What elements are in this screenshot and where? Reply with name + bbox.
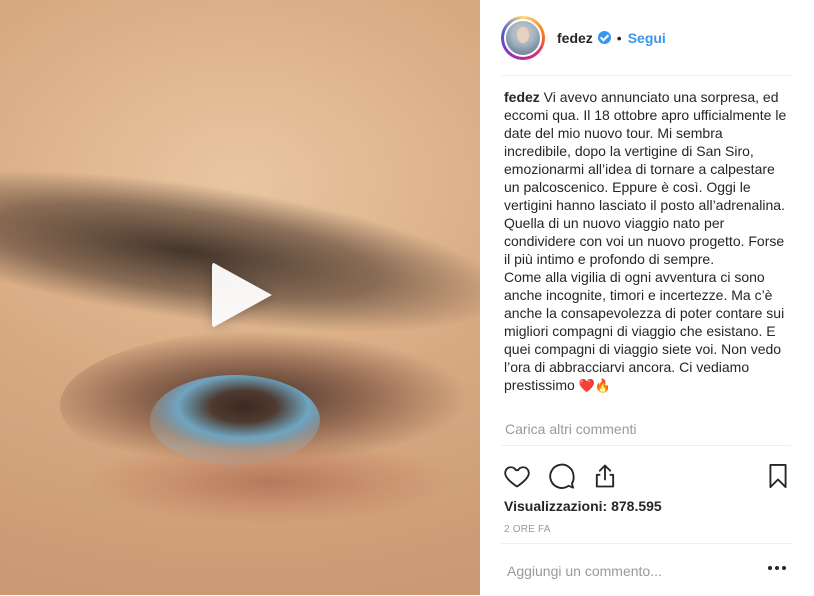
- bookmark-icon[interactable]: [764, 462, 792, 490]
- views-number: 878.595: [611, 498, 662, 514]
- share-icon[interactable]: [591, 462, 619, 490]
- heart-icon[interactable]: [503, 462, 531, 490]
- view-count: Visualizzazioni: 878.595: [504, 498, 662, 514]
- post-timestamp[interactable]: 2 ORE FA: [504, 524, 551, 535]
- avatar-image: [504, 18, 542, 57]
- username-link[interactable]: fedez: [557, 30, 593, 46]
- load-more-comments[interactable]: Carica altri commenti: [505, 421, 636, 437]
- avatar[interactable]: [501, 15, 545, 60]
- separator-dot: •: [616, 29, 622, 46]
- action-bar: [501, 445, 791, 496]
- caption-emoji: ❤️🔥: [578, 378, 612, 393]
- comment-bar: [501, 543, 791, 596]
- caption-text: Vi avevo annunciato una sorpresa, ed ecc…: [504, 89, 787, 393]
- caption-username[interactable]: fedez: [504, 89, 540, 105]
- play-icon[interactable]: [212, 262, 272, 328]
- views-label: Visualizzazioni:: [504, 498, 608, 514]
- more-options-icon[interactable]: [768, 562, 790, 574]
- post-video[interactable]: [0, 0, 480, 595]
- post-side-panel: fedez • Segui fedez Vi avevo annunciato …: [480, 0, 814, 595]
- comment-input[interactable]: [505, 558, 749, 584]
- post-header: fedez • Segui: [501, 0, 791, 76]
- follow-button[interactable]: Segui: [628, 30, 666, 46]
- verified-badge-icon: [597, 31, 611, 44]
- post-caption: fedez Vi avevo annunciato una sorpresa, …: [504, 88, 792, 395]
- video-frame-lower-lid: [80, 430, 460, 560]
- comment-icon[interactable]: [548, 462, 576, 490]
